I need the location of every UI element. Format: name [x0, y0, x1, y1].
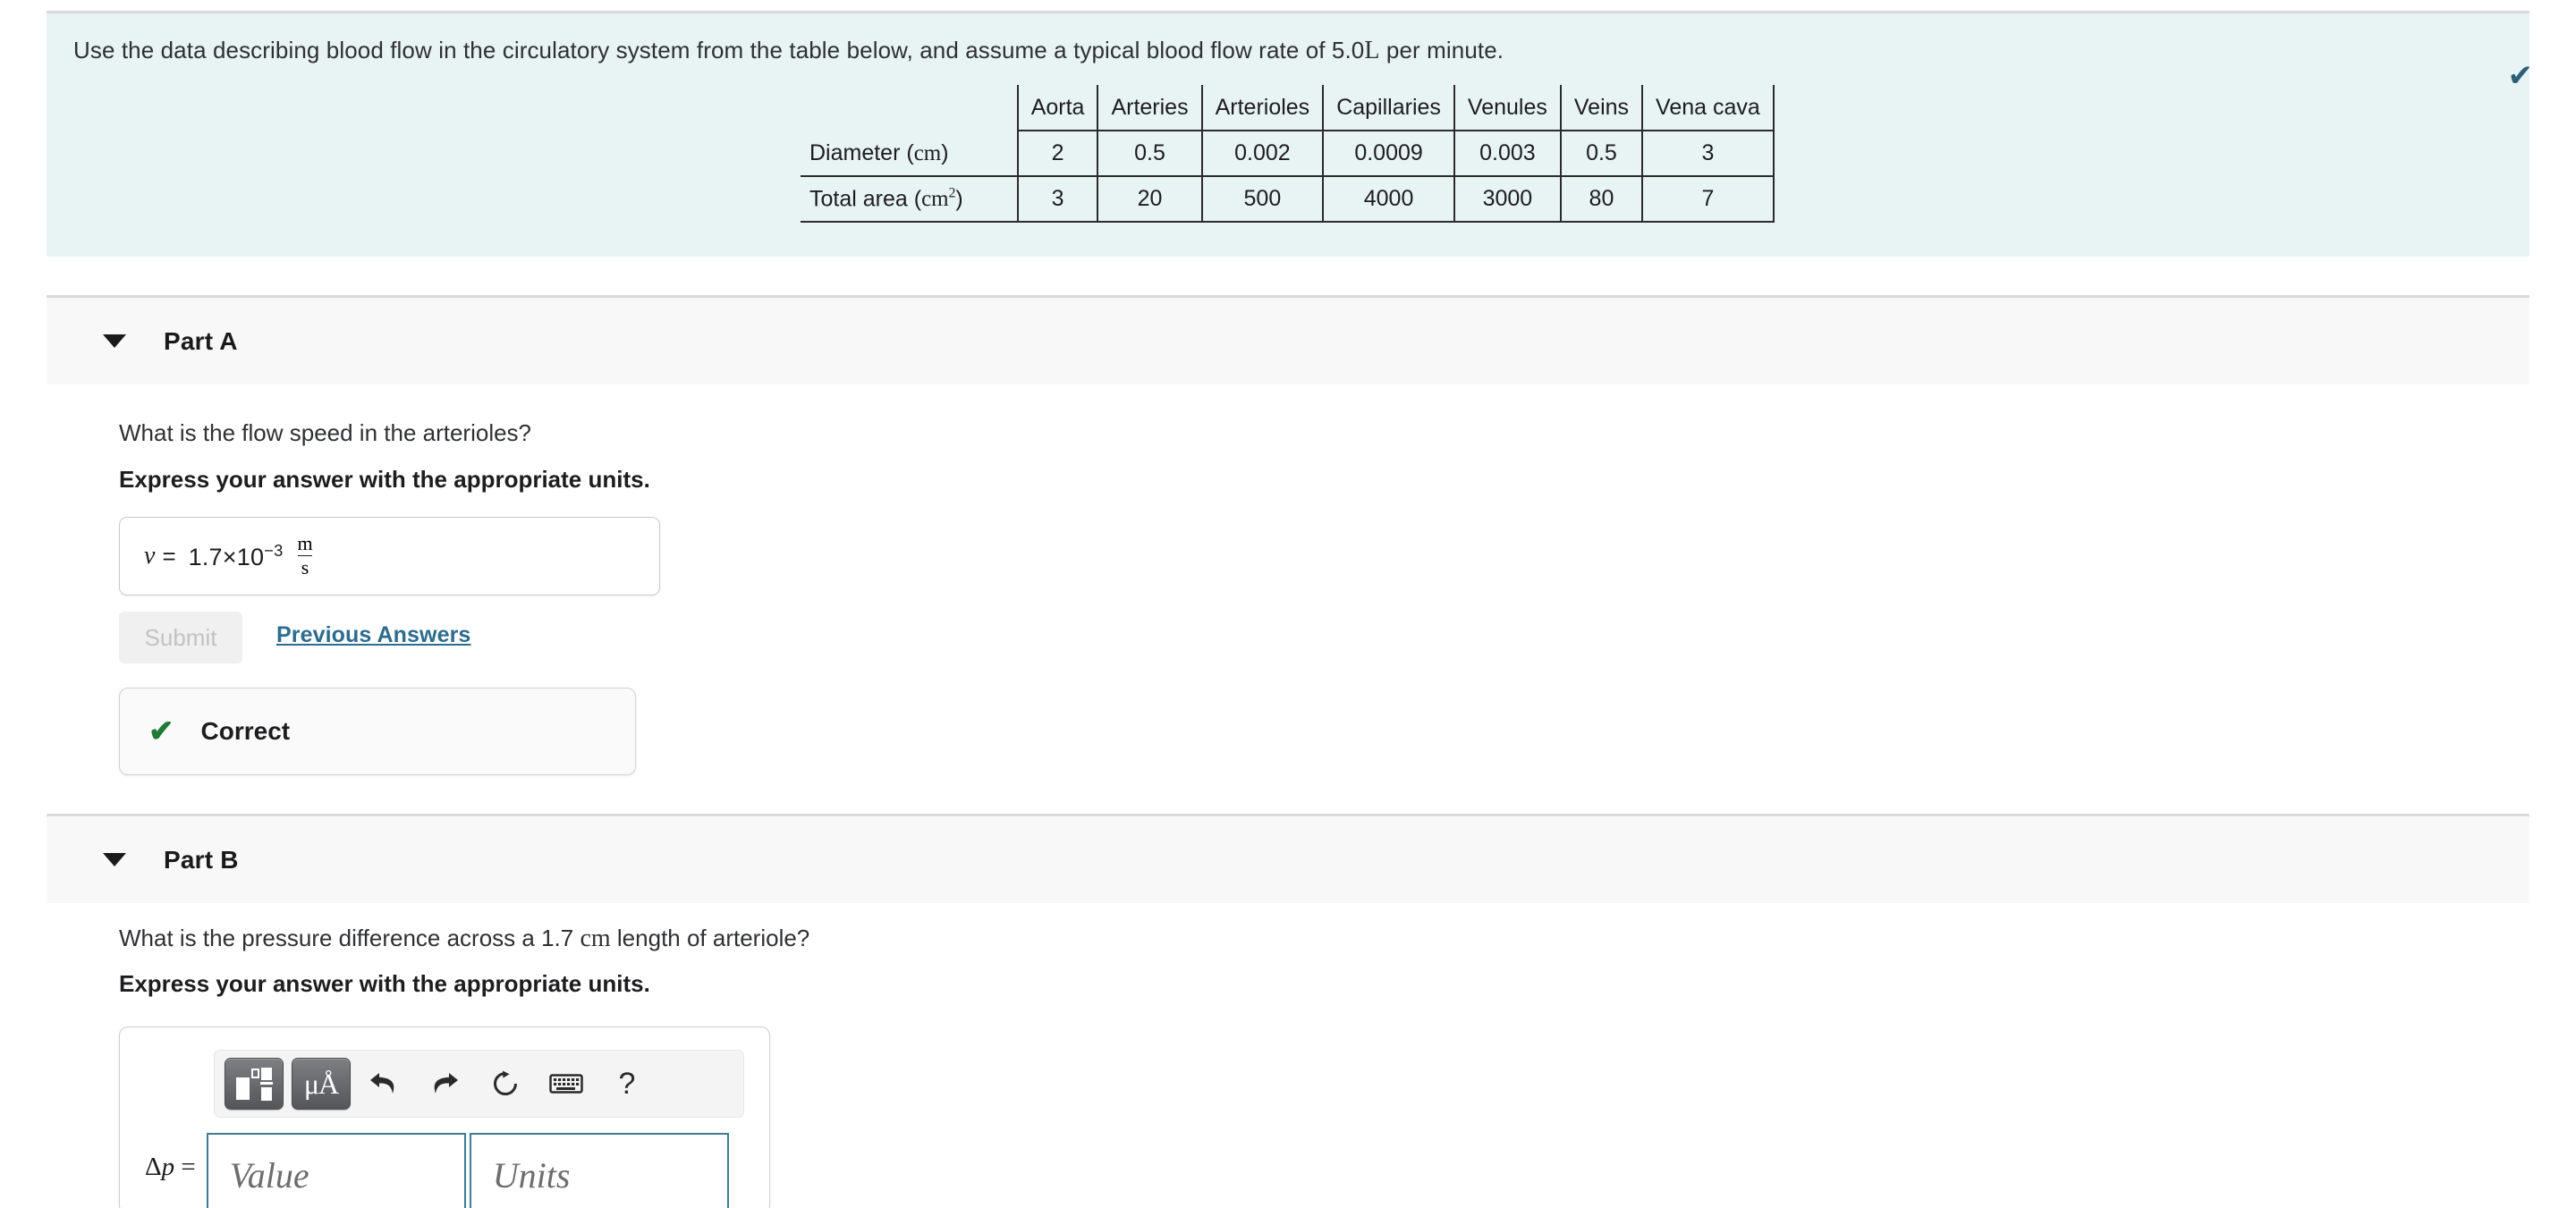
part-a-feedback-label: Correct: [200, 717, 291, 745]
keyboard-icon[interactable]: [538, 1072, 594, 1095]
table-row-label-total-area: Total area (cm2): [801, 176, 1019, 223]
check-icon: ✔: [148, 714, 174, 748]
table-col-venules: Venules: [1453, 85, 1562, 131]
part-a-answer-field[interactable]: v = 1.7×10−3 m s: [119, 517, 660, 596]
redo-icon[interactable]: [417, 1070, 472, 1097]
part-b-value-input[interactable]: Value: [206, 1133, 466, 1208]
cell-diameter-arteries: 0.5: [1097, 131, 1203, 177]
problem-text-before: Use the data describing blood flow in th…: [73, 37, 1365, 63]
cell-diameter-arterioles: 0.002: [1200, 131, 1325, 177]
part-b-entry-row: Δp = Value Units: [145, 1133, 729, 1208]
row-label-text: Total area (: [809, 186, 922, 212]
cell-area-venules: 3000: [1453, 176, 1562, 223]
cell-diameter-venules: 0.003: [1453, 131, 1562, 177]
cell-area-capillaries: 4000: [1322, 176, 1455, 223]
unit-numerator: m: [297, 532, 313, 555]
problem-statement-text: Use the data describing blood flow in th…: [73, 33, 2503, 70]
part-b-entry-label: Δp =: [145, 1153, 196, 1182]
part-b-instruction-text: Express your answer with the appropriate…: [119, 970, 650, 997]
part-b-answer-toolbar: μÅ ?: [214, 1050, 744, 1118]
reset-icon[interactable]: [478, 1069, 533, 1098]
equals-symbol: =: [181, 1153, 196, 1181]
table-corner-cell: [801, 85, 1019, 131]
table-col-vena-cava: Vena cava: [1641, 85, 1775, 131]
cell-area-vena-cava: 7: [1641, 176, 1775, 223]
table-row: Diameter (cm) 2 0.5 0.002 0.0009 0.003 0…: [801, 131, 1775, 177]
table-col-arterioles: Arterioles: [1200, 85, 1325, 131]
table-col-arteries: Arteries: [1097, 85, 1203, 131]
part-a-answer-value: 1.7×10−3: [189, 541, 284, 571]
units-icon[interactable]: μÅ: [292, 1058, 351, 1110]
row-label-close: ): [941, 139, 949, 165]
delta-symbol: Δ: [145, 1153, 162, 1181]
undo-icon[interactable]: [356, 1070, 411, 1097]
part-a-question-text: What is the flow speed in the arterioles…: [119, 419, 532, 446]
part-b-question-after: length of arteriole?: [616, 925, 810, 951]
part-b-question-before: What is the pressure difference across a…: [119, 925, 574, 951]
part-b-question: What is the pressure difference across a…: [119, 921, 809, 956]
part-a-status-check-icon: ✔: [2507, 59, 2534, 93]
table-header-row: Aorta Arteries Arterioles Capillaries Ve…: [801, 85, 1775, 131]
pressure-variable: p: [161, 1153, 175, 1181]
answer-exponent: −3: [264, 541, 284, 560]
table-col-aorta: Aorta: [1016, 85, 1099, 131]
part-a-submit-button[interactable]: Submit: [119, 612, 242, 663]
part-b-question-text: What is the pressure difference across a…: [119, 921, 809, 956]
units-placeholder: Units: [492, 1154, 571, 1195]
part-a-answer-variable: v: [144, 542, 156, 570]
template-glyph: [236, 1067, 273, 1101]
chevron-down-icon[interactable]: [103, 334, 126, 348]
part-b-instruction: Express your answer with the appropriate…: [119, 967, 650, 1000]
table-row-label-diameter: Diameter (cm): [801, 131, 1019, 177]
part-b-question-unit: cm: [580, 925, 611, 952]
table-row: Total area (cm2) 3 20 500 4000 3000 80 7: [801, 176, 1775, 223]
table-col-capillaries: Capillaries: [1322, 85, 1455, 131]
units-glyph: μÅ: [303, 1068, 339, 1100]
part-a-answer-unit: m s: [294, 533, 317, 577]
row-label-unit-base: cm: [921, 187, 949, 212]
part-a-title: Part A: [164, 326, 238, 355]
help-icon[interactable]: ?: [599, 1069, 655, 1099]
cell-diameter-aorta: 2: [1016, 131, 1099, 177]
part-b-header[interactable]: Part B: [47, 814, 2529, 903]
cell-area-arteries: 20: [1097, 176, 1203, 223]
cell-diameter-capillaries: 0.0009: [1322, 131, 1455, 177]
cell-area-arterioles: 500: [1200, 176, 1325, 223]
flow-rate-unit: L: [1364, 37, 1380, 64]
row-label-unit: cm: [913, 140, 942, 165]
part-b-title: Part B: [164, 845, 239, 874]
template-icon[interactable]: [225, 1058, 284, 1110]
cell-area-aorta: 3: [1016, 176, 1099, 223]
part-b-answer-entry-widget: μÅ ? Δp = Value Units: [119, 1026, 770, 1208]
blood-flow-data-table: Aorta Arteries Arterioles Capillaries Ve…: [801, 85, 1775, 223]
part-b-units-input[interactable]: Units: [469, 1133, 729, 1208]
part-a-instruction-text: Express your answer with the appropriate…: [119, 466, 650, 493]
cell-diameter-veins: 0.5: [1559, 131, 1644, 177]
row-label-close: ): [955, 186, 963, 212]
row-label-unit: cm2: [921, 186, 955, 212]
table-col-veins: Veins: [1559, 85, 1644, 131]
cell-diameter-vena-cava: 3: [1641, 131, 1775, 177]
chevron-down-icon[interactable]: [103, 853, 126, 866]
part-a-instruction: Express your answer with the appropriate…: [119, 463, 650, 495]
unit-denominator: s: [297, 554, 313, 578]
row-label-text: Diameter (: [809, 139, 914, 165]
part-a-answer-equals: =: [162, 542, 176, 570]
answer-mantissa: 1.7×10: [188, 544, 265, 570]
value-placeholder: Value: [229, 1154, 309, 1195]
part-a-feedback-correct: ✔ Correct: [119, 688, 636, 775]
part-a-question: What is the flow speed in the arterioles…: [119, 417, 531, 449]
part-a-previous-answers-link[interactable]: Previous Answers: [276, 622, 470, 648]
part-a-header[interactable]: Part A: [47, 295, 2529, 384]
problem-page: Use the data describing blood flow in th…: [0, 0, 2576, 1208]
problem-text-after: per minute.: [1385, 37, 1504, 63]
cell-area-veins: 80: [1559, 176, 1644, 223]
